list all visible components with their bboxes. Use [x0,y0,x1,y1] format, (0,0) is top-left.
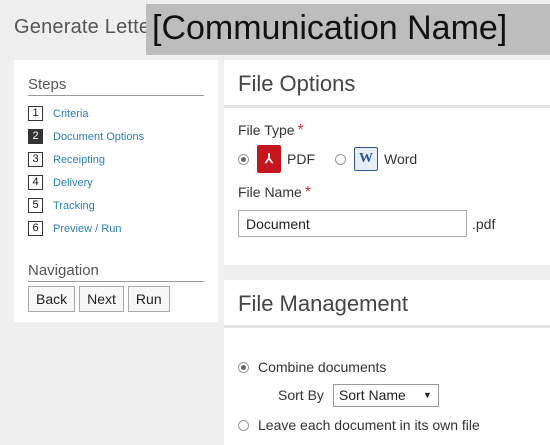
word-option-label: Word [384,151,418,167]
separate-radio[interactable] [238,419,249,431]
separate-files-option[interactable]: Leave each document in its own file [238,414,550,436]
step-link[interactable]: Delivery [53,177,93,189]
file-name-label-text: File Name [238,184,302,200]
navigation-heading: Navigation [28,262,204,282]
file-extension: .pdf [472,215,496,232]
word-file-icon: W [354,147,378,171]
run-button[interactable]: Run [127,286,170,312]
step-number: 1 [28,106,43,121]
steps-heading: Steps [28,76,204,96]
step-link[interactable]: Tracking [53,200,95,212]
file-type-options: ⅄ PDF W Word [238,144,550,174]
file-options-title: File Options [224,60,550,108]
step-number: 6 [28,221,43,236]
file-name-input[interactable] [238,210,467,237]
sort-by-label: Sort By [278,387,324,403]
combine-documents-option[interactable]: Combine documents [238,356,550,378]
combine-radio[interactable] [238,361,249,373]
communication-name: [Communication Name] [146,4,550,55]
step-document-options[interactable]: 2 Document Options [28,125,204,148]
step-delivery[interactable]: 4 Delivery [28,171,204,194]
top-bar: Generate Letters [Communication Name] [0,0,550,56]
file-management-panel: File Management Combine documents Sort B… [224,280,550,445]
sort-by-select[interactable]: Sort Name ▼ [332,383,439,407]
step-criteria[interactable]: 1 Criteria [28,102,204,125]
step-link[interactable]: Receipting [53,154,105,166]
required-marker: * [304,184,312,201]
sidebar: Steps 1 Criteria 2 Document Options 3 Re… [14,60,218,322]
chevron-down-icon: ▼ [422,390,432,400]
next-button[interactable]: Next [79,286,124,312]
step-link[interactable]: Criteria [53,108,88,120]
combine-label: Combine documents [258,359,387,375]
sort-by-value: Sort Name [338,387,406,403]
step-number: 4 [28,175,43,190]
word-radio[interactable] [335,153,346,165]
pdf-option[interactable]: ⅄ PDF [238,145,315,173]
separate-label: Leave each document in its own file [258,417,480,433]
step-preview-run[interactable]: 6 Preview / Run [28,217,204,240]
steps-list: 1 Criteria 2 Document Options 3 Receipti… [28,102,204,240]
step-receipting[interactable]: 3 Receipting [28,148,204,171]
file-management-title: File Management [224,280,550,328]
file-options-panel: File Options File Type * ⅄ PDF W Word Fil… [224,60,550,265]
step-link[interactable]: Document Options [53,131,144,143]
step-number: 2 [28,129,43,144]
sort-by-row: Sort By Sort Name ▼ [278,382,550,408]
file-type-label: File Type * [238,122,550,140]
back-button[interactable]: Back [28,286,76,312]
required-marker: * [297,122,304,139]
step-number: 5 [28,198,43,213]
navigation-buttons: Back Next Run [28,286,204,312]
file-name-row: .pdf [238,210,550,237]
step-number: 3 [28,152,43,167]
pdf-file-icon: ⅄ [257,145,281,173]
file-type-label-text: File Type [238,122,295,138]
file-name-label: File Name * [238,184,550,202]
step-tracking[interactable]: 5 Tracking [28,194,204,217]
pdf-radio[interactable] [238,153,249,165]
pdf-option-label: PDF [287,151,315,167]
step-link[interactable]: Preview / Run [53,223,121,235]
page-title: Generate Letters [14,16,168,38]
word-option[interactable]: W Word [335,147,417,171]
